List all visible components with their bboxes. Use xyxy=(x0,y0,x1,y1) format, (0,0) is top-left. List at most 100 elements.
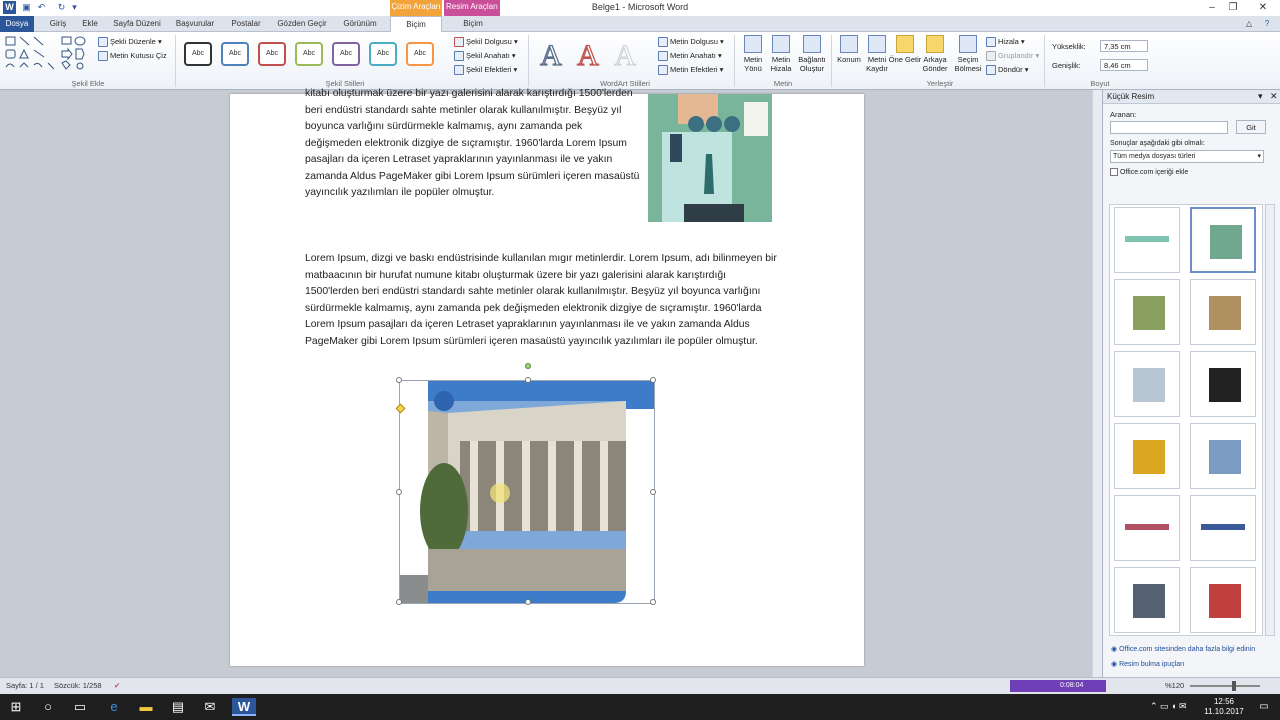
group-label-text: Metin xyxy=(773,79,793,88)
zoom-slider[interactable] xyxy=(1190,685,1260,687)
rotation-handle[interactable] xyxy=(525,363,531,369)
edit-shape-label: Şekli Düzenle xyxy=(110,37,156,46)
width-field[interactable]: 8,46 cm xyxy=(1100,59,1148,71)
text-fill-button[interactable]: Metin Dolgusu ▾ xyxy=(658,35,724,48)
tips-link[interactable]: ◉ Resim bulma ipuçları xyxy=(1111,660,1184,668)
eye-doctor-clipart[interactable] xyxy=(648,94,772,222)
tab-page-layout[interactable]: Sayfa Düzeni xyxy=(110,16,164,32)
word-count[interactable]: Sözcük: 1/258 xyxy=(54,678,102,694)
resize-handle-ne[interactable] xyxy=(650,377,656,383)
wordart-style-2[interactable]: A xyxy=(571,39,605,72)
wrap-text-label: Metni Kaydır xyxy=(866,55,888,73)
store-icon[interactable]: ▤ xyxy=(166,698,190,716)
more-info-link[interactable]: ◉ Office.com sitesinden daha fazla bilgi… xyxy=(1111,645,1255,653)
helmet-clipart[interactable] xyxy=(1114,567,1180,633)
zoom-slider-thumb[interactable] xyxy=(1232,681,1236,691)
resize-handle-sw[interactable] xyxy=(396,599,402,605)
align-button[interactable]: Hizala ▾ xyxy=(986,35,1025,48)
tab-insert[interactable]: Ekle xyxy=(78,16,102,32)
rotate-button[interactable]: Döndür ▾ xyxy=(986,63,1028,76)
draw-textbox-button[interactable]: Metin Kutusu Çiz xyxy=(98,49,167,62)
tab-view[interactable]: Görünüm xyxy=(338,16,382,32)
group-button[interactable]: Gruplandır ▾ xyxy=(986,49,1039,62)
tab-file[interactable]: Dosya xyxy=(0,16,34,32)
shape-style-option[interactable]: Abc xyxy=(295,42,323,66)
shape-style-option[interactable]: Abc xyxy=(184,42,212,66)
resize-handle-e[interactable] xyxy=(650,489,656,495)
height-field[interactable]: 7,35 cm xyxy=(1100,40,1148,52)
shapes-gallery[interactable] xyxy=(4,35,92,71)
tab-home[interactable]: Giriş xyxy=(44,16,72,32)
bull-clipart[interactable] xyxy=(1190,351,1256,417)
eye-doctor-clipart[interactable] xyxy=(1190,207,1256,273)
maximize-button[interactable]: ❐ xyxy=(1216,0,1250,16)
start-icon[interactable]: ⊞ xyxy=(4,698,28,716)
resize-handle-w[interactable] xyxy=(396,489,402,495)
task-view-icon[interactable]: ▭ xyxy=(68,698,92,716)
word-taskbar-icon[interactable]: W xyxy=(232,698,256,716)
santa-clipart[interactable] xyxy=(1190,567,1256,633)
wordart-style-3[interactable]: A xyxy=(608,39,642,72)
vertical-scrollbar[interactable] xyxy=(1092,90,1102,677)
text-effects-button[interactable]: Metin Efektleri ▾ xyxy=(658,63,723,76)
go-button[interactable]: Git xyxy=(1236,120,1266,134)
selection-pane-button[interactable]: Seçim Bölmesi xyxy=(951,34,985,78)
mail-icon[interactable]: ✉ xyxy=(198,698,222,716)
shape-style-option[interactable]: Abc xyxy=(332,42,360,66)
zoom-level[interactable]: %120 xyxy=(1165,678,1184,694)
sports-clipart[interactable] xyxy=(1114,351,1180,417)
proofing-icon[interactable]: ✔ xyxy=(114,678,120,694)
edge-icon[interactable]: e xyxy=(102,698,126,716)
tab-picture-format[interactable]: Biçim xyxy=(446,16,500,32)
paragraph-2[interactable]: Lorem Ipsum, dizgi ve baskı endüstrisind… xyxy=(305,251,781,350)
search-icon[interactable]: ○ xyxy=(36,698,60,716)
wordart-style-1[interactable]: A xyxy=(534,39,568,72)
tray-icons[interactable]: ⌃ ▭ ◖ ✉ xyxy=(1150,701,1187,712)
media-type-select[interactable]: Tüm medya dosyası türleri ▾ xyxy=(1110,150,1264,163)
pane-options-icon[interactable]: ▾ xyxy=(1258,91,1263,102)
shape-style-option[interactable]: Abc xyxy=(221,42,249,66)
recorder-widget[interactable]: 0:08:04 xyxy=(1010,680,1106,692)
help-icon[interactable]: ? xyxy=(1260,16,1274,32)
shape-outline-button[interactable]: Şekil Anahatı ▾ xyxy=(454,49,516,62)
shape-style-option[interactable]: Abc xyxy=(406,42,434,66)
clock[interactable]: 12:56 11.10.2017 xyxy=(1202,697,1246,717)
trees-clipart[interactable] xyxy=(1114,279,1180,345)
selected-picture-frame[interactable] xyxy=(395,363,656,605)
close-button[interactable]: ✕ xyxy=(1246,0,1280,16)
tab-drawing-format[interactable]: Biçim xyxy=(390,16,442,33)
paragraph-1[interactable]: kitabı oluşturmak üzere bir yazı galeris… xyxy=(305,86,641,202)
results-scrollbar[interactable] xyxy=(1265,204,1275,636)
ribbon-minimize-icon[interactable]: △ xyxy=(1242,16,1256,32)
eiffel-tower-clipart[interactable] xyxy=(1190,423,1256,489)
shape-style-option[interactable]: Abc xyxy=(258,42,286,66)
tab-references[interactable]: Başvurular xyxy=(172,16,218,32)
text-outline-button[interactable]: Metin Anahatı ▾ xyxy=(658,49,722,62)
notifications-icon[interactable]: ▭ xyxy=(1252,698,1276,716)
tab-mailings[interactable]: Postalar xyxy=(226,16,266,32)
resize-handle-n[interactable] xyxy=(525,377,531,383)
autumn-path-clipart[interactable] xyxy=(1190,279,1256,345)
file-explorer-icon[interactable]: ▬ xyxy=(134,698,158,716)
resize-handle-se[interactable] xyxy=(650,599,656,605)
include-office-checkbox[interactable]: Office.com içeriği ekle xyxy=(1110,168,1188,176)
tab-review[interactable]: Gözden Geçir xyxy=(274,16,330,32)
send-backward-button[interactable]: Arkaya Gönder xyxy=(918,34,952,78)
resize-handle-nw[interactable] xyxy=(396,377,402,383)
document-page[interactable]: kitabı oluşturmak üzere bir yazı galeris… xyxy=(230,88,864,666)
pane-close-icon[interactable]: ✕ xyxy=(1270,91,1278,102)
border-clipart[interactable] xyxy=(1114,207,1180,273)
edit-shape-button[interactable]: Şekli Düzenle ▾ xyxy=(98,35,162,48)
text-outline-icon xyxy=(658,51,668,62)
tractor-clipart[interactable] xyxy=(1114,423,1180,489)
shape-style-option[interactable]: Abc xyxy=(369,42,397,66)
border-clipart-2[interactable] xyxy=(1114,495,1180,561)
bring-forward-button[interactable]: Öne Getir xyxy=(888,34,922,78)
divider-clipart[interactable] xyxy=(1190,495,1256,561)
shape-effects-button[interactable]: Şekil Efektleri ▾ xyxy=(454,63,517,76)
shape-fill-button[interactable]: Şekil Dolgusu ▾ xyxy=(454,35,518,48)
resize-handle-s[interactable] xyxy=(525,599,531,605)
create-link-button[interactable]: Bağlantı Oluştur xyxy=(793,34,831,78)
page-count[interactable]: Sayfa: 1 / 1 xyxy=(6,678,44,694)
search-input[interactable] xyxy=(1110,121,1228,134)
